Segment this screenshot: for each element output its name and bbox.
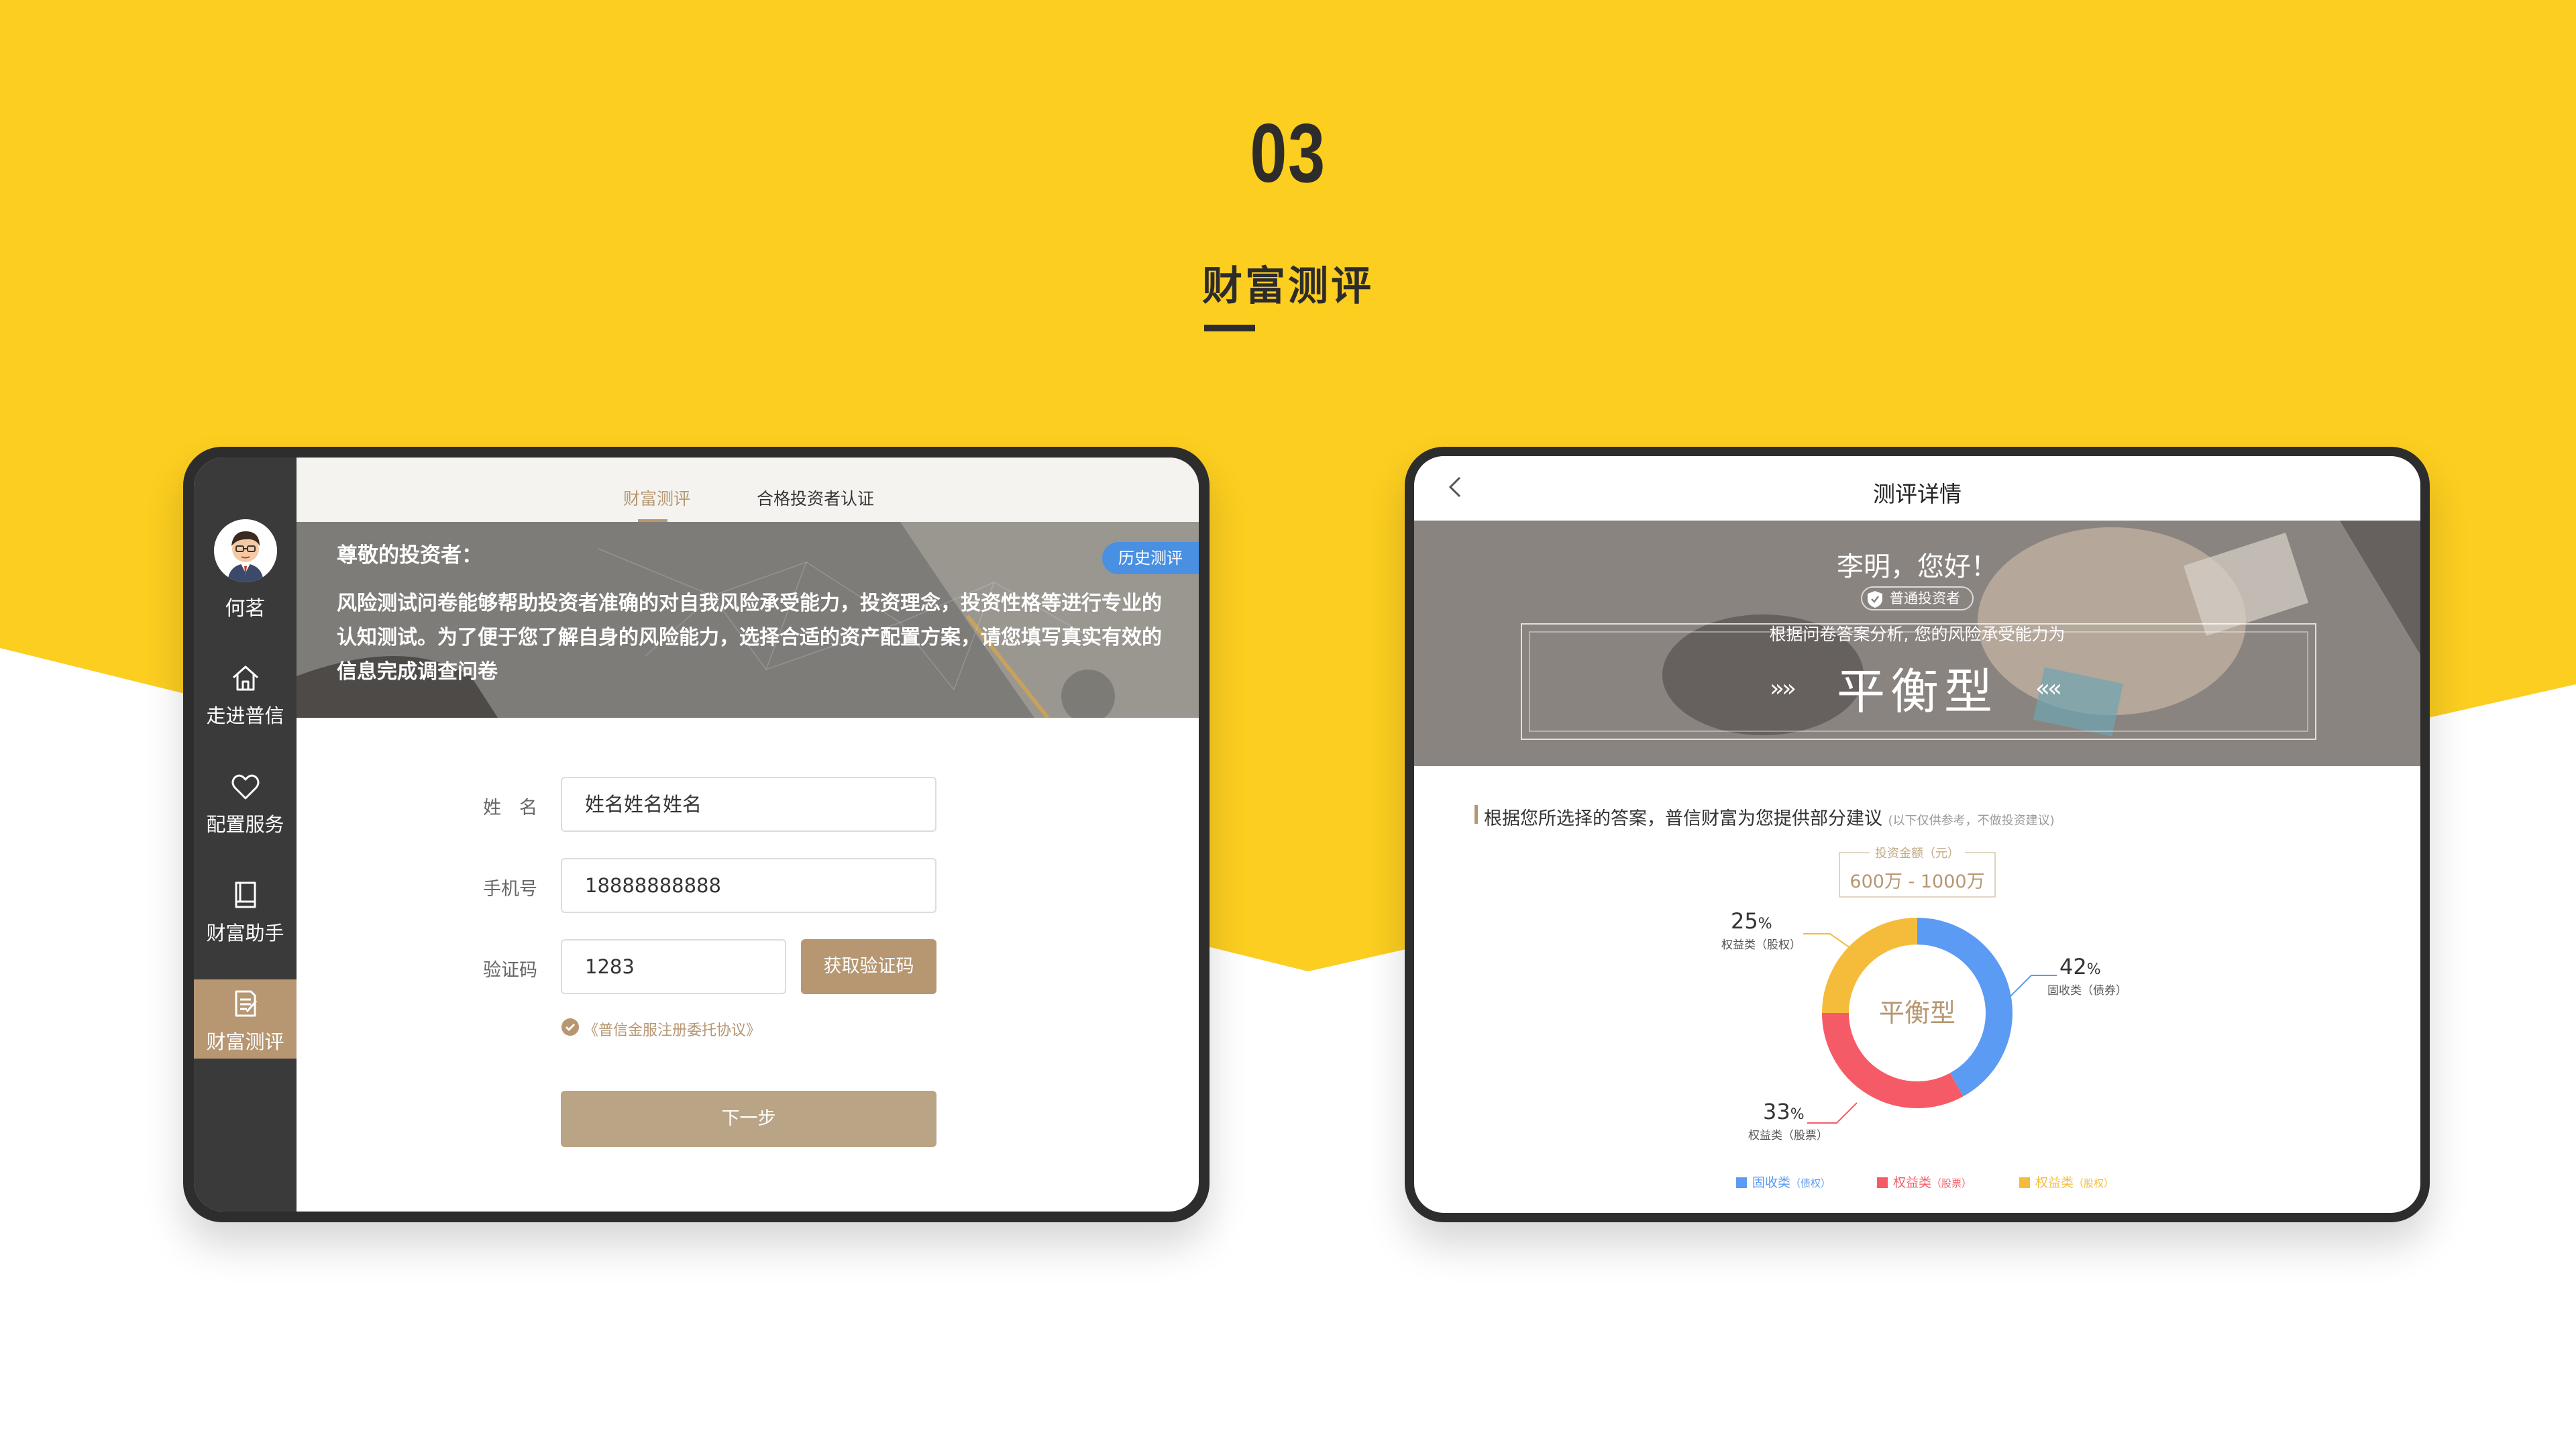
legend-equity-stake: 权益类（股权） [2019, 1173, 2114, 1191]
agree-checkbox[interactable] [561, 1018, 579, 1036]
name-label: 姓 名 [483, 798, 537, 818]
sidebar: 何茗 走进普信 配置服务 财富助手 财富测评 [194, 458, 297, 1212]
heart-icon [231, 774, 260, 800]
phone-field[interactable]: 18888888888 [561, 858, 936, 913]
legend-equity-stock: 权益类（股票） [1877, 1173, 1972, 1191]
user-name: 何茗 [225, 597, 266, 621]
legend-fixed-income: 固收类（债权） [1736, 1173, 1831, 1191]
code-field[interactable]: 1283 [561, 939, 786, 994]
left-screen: 何茗 走进普信 配置服务 财富助手 财富测评 财富测评 合格投资者认证 历史测评… [194, 458, 1199, 1212]
tab-wealth-assessment[interactable]: 财富测评 [623, 486, 690, 510]
sidebar-item-wealth-assessment[interactable]: 财富测评 [194, 979, 297, 1059]
home-icon [233, 665, 258, 691]
avatar[interactable] [214, 519, 277, 582]
agreement-link[interactable]: 《普信金服注册委托协议》 [584, 1018, 761, 1040]
avatar-illustration [214, 519, 277, 582]
next-step-button[interactable]: 下一步 [561, 1091, 936, 1147]
intro-text: 风险测试问卷能够帮助投资者准确的对自我风险承受能力，投资理念，投资性格等进行专业… [337, 592, 1162, 684]
code-label: 验证码 [483, 960, 537, 981]
main-panel: 财富测评 合格投资者认证 历史测评 尊敬的投资者： 风险测试问卷能够帮助投资者准… [297, 458, 1199, 1212]
tab-bar: 财富测评 合格投资者认证 [297, 458, 1199, 523]
phone-label: 手机号 [483, 879, 537, 900]
sidebar-item-config-service[interactable]: 配置服务 [194, 762, 297, 841]
get-code-button[interactable]: 获取验证码 [801, 939, 936, 994]
right-tablet: 测评详情 李明，您好！ 普通投资者 根据问卷答案分析, 您的风险承受能力为 »»… [1405, 447, 2430, 1222]
edit-icon [235, 990, 258, 1017]
book-icon [235, 881, 256, 908]
legend-swatch [1877, 1177, 1888, 1188]
left-tablet: 何茗 走进普信 配置服务 财富助手 财富测评 财富测评 合格投资者认证 历史测评… [183, 447, 1210, 1222]
sidebar-item-assistant[interactable]: 财富助手 [194, 871, 297, 950]
legend-swatch [2019, 1177, 2030, 1188]
sidebar-item-home[interactable]: 走进普信 [194, 653, 297, 733]
leader-lines [1803, 933, 2057, 1124]
history-assessment-button[interactable]: 历史测评 [1102, 542, 1199, 574]
sidebar-item-label: 财富助手 [206, 922, 284, 945]
greeting: 尊敬的投资者： [337, 543, 482, 568]
right-screen: 测评详情 李明，您好！ 普通投资者 根据问卷答案分析, 您的风险承受能力为 »»… [1414, 456, 2420, 1213]
name-field[interactable]: 姓名姓名姓名 [561, 777, 936, 832]
section-title: 财富测评 [1202, 263, 1374, 310]
check-icon [565, 1023, 576, 1032]
tab-qualified-investor[interactable]: 合格投资者认证 [757, 486, 874, 510]
section-number: 03 [1250, 107, 1326, 200]
sidebar-item-label: 配置服务 [206, 813, 284, 836]
title-underline [1204, 325, 1255, 331]
sidebar-item-label: 财富测评 [206, 1030, 284, 1053]
intro-banner: 历史测评 尊敬的投资者： 风险测试问卷能够帮助投资者准确的对自我风险承受能力，投… [297, 522, 1199, 718]
legend-swatch [1736, 1177, 1747, 1188]
sidebar-item-label: 走进普信 [206, 704, 284, 727]
